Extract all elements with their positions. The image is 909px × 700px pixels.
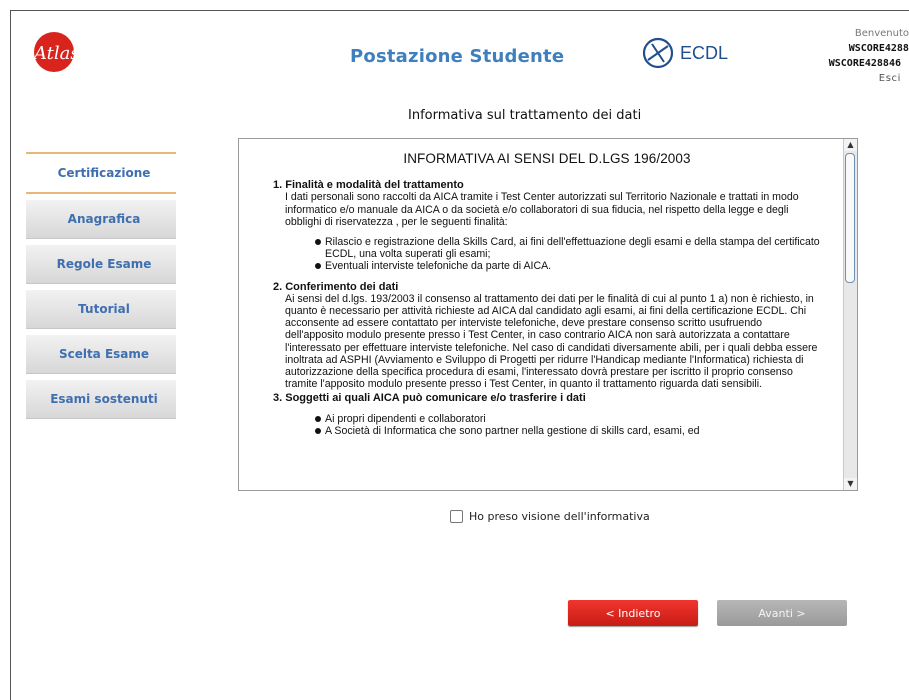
sidebar-item-label: Tutorial	[78, 302, 130, 316]
sidebar-item-label: Anagrafica	[67, 212, 141, 226]
sidebar-item-regole-esame[interactable]: Regole Esame	[26, 245, 176, 284]
acknowledge-checkbox-row[interactable]: Ho preso visione dell'informativa	[450, 510, 650, 523]
list-item: Rilascio e registrazione della Skills Ca…	[315, 236, 820, 261]
section-body: I dati personali sono raccolti da AICA t…	[285, 191, 799, 228]
document-title: INFORMATIVA AI SENSI DEL D.LGS 196/2003	[403, 151, 691, 166]
page-title: Informativa sul trattamento dei dati	[408, 108, 642, 123]
sidebar-item-label: Certificazione	[57, 166, 151, 180]
privacy-document-panel[interactable]: INFORMATIVA AI SENSI DEL D.LGS 196/2003 …	[238, 138, 858, 491]
sidebar-item-label: Esami sostenuti	[50, 392, 158, 406]
list-item: Eventuali interviste telefoniche da part…	[315, 260, 821, 272]
document-content: INFORMATIVA AI SENSI DEL D.LGS 196/2003 …	[239, 139, 843, 490]
section-heading: 1. Finalità e modalità del trattamento	[273, 179, 464, 192]
scrollbar-thumb[interactable]	[845, 153, 855, 283]
section-heading: 2. Conferimento dei dati	[273, 280, 399, 293]
ecdl-globe-icon	[642, 37, 674, 69]
sidebar-item-esami-sostenuti[interactable]: Esami sostenuti	[26, 380, 176, 419]
list-item: Ai propri dipendenti e collaboratori	[315, 413, 821, 425]
ecdl-label: ECDL	[680, 42, 729, 63]
user-id-primary: WSCORE428846	[848, 43, 909, 54]
logout-link[interactable]: Esci	[799, 71, 901, 86]
bullet-list: Rilascio e registrazione della Skills Ca…	[273, 236, 821, 273]
atlas-logo: Atlas	[22, 28, 82, 78]
sidebar-item-label: Regole Esame	[56, 257, 152, 271]
acknowledge-label: Ho preso visione dell'informativa	[469, 510, 650, 523]
scroll-down-arrow-icon[interactable]: ▼	[844, 478, 857, 490]
acknowledge-checkbox[interactable]	[450, 510, 463, 523]
user-box: Benvenuto WSCORE428846 WSCORE428846 Esci	[799, 26, 909, 86]
sidebar-item-scelta-esame[interactable]: Scelta Esame	[26, 335, 176, 374]
bullet-list: Ai propri dipendenti e collaboratori A S…	[273, 413, 821, 437]
section-heading: 3. Soggetti ai quali AICA può comunicare…	[273, 392, 586, 405]
scroll-up-arrow-icon[interactable]: ▲	[844, 139, 857, 151]
back-button[interactable]: < Indietro	[568, 600, 698, 626]
sidebar-item-tutorial[interactable]: Tutorial	[26, 290, 176, 329]
next-button[interactable]: Avanti >	[717, 600, 847, 626]
sidebar-item-label: Scelta Esame	[58, 347, 150, 361]
sidebar-item-certificazione[interactable]: Certificazione	[26, 152, 176, 194]
welcome-text: Benvenuto	[854, 28, 909, 39]
section-body: Ai sensi del d.lgs. 193/2003 il consenso…	[285, 292, 818, 391]
list-item: A Società di Informatica che sono partne…	[315, 425, 821, 437]
sidebar-item-anagrafica[interactable]: Anagrafica	[26, 200, 176, 239]
ecdl-logo: ECDL	[640, 36, 728, 70]
logo-text: Atlas	[32, 43, 80, 64]
app-title: Postazione Studente	[350, 46, 565, 67]
user-id-secondary: WSCORE428846	[828, 58, 901, 69]
sidebar-nav: Certificazione Anagrafica Regole Esame T…	[26, 152, 176, 425]
vertical-scrollbar[interactable]: ▲ ▼	[843, 139, 857, 490]
